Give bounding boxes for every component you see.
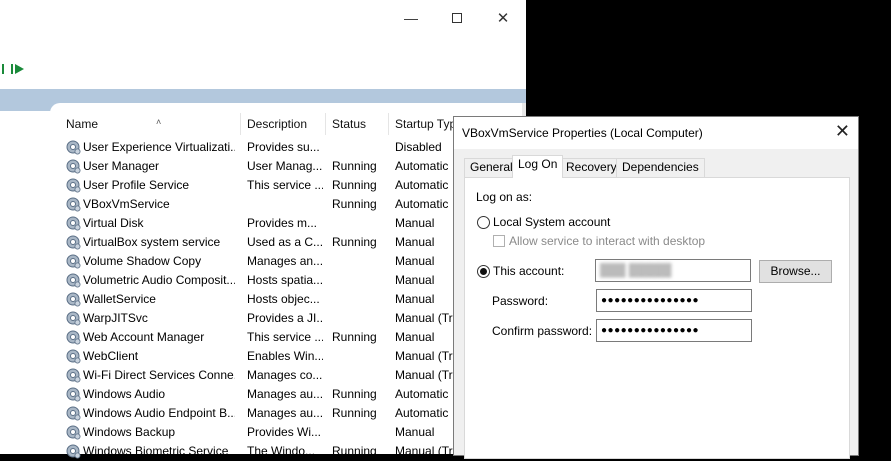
service-description: This service ... xyxy=(247,330,323,344)
this-account-radio[interactable] xyxy=(477,265,490,278)
service-status: Running xyxy=(332,197,377,211)
close-icon: ✕ xyxy=(496,10,510,27)
allow-interact-label: Allow service to interact with desktop xyxy=(509,234,706,248)
confirm-password-label: Confirm password: xyxy=(492,324,593,338)
service-description: This service ... xyxy=(247,178,323,192)
service-name: User Manager xyxy=(83,159,160,173)
password-input[interactable]: ●●●●●●●●●●●●●●● xyxy=(596,289,752,312)
service-status xyxy=(332,347,388,366)
maximize-icon xyxy=(452,13,462,23)
local-system-label[interactable]: Local System account xyxy=(493,215,610,229)
confirm-password-input[interactable]: ●●●●●●●●●●●●●●● xyxy=(596,319,752,342)
tab-general[interactable]: General xyxy=(464,158,519,177)
service-name: Windows Biometric Service xyxy=(83,444,229,458)
password-label: Password: xyxy=(492,294,549,308)
maximize-button[interactable] xyxy=(434,0,480,36)
local-system-radio[interactable] xyxy=(477,216,490,229)
service-name: WarpJITSvc xyxy=(83,311,148,325)
services-window: — ✕ Name ˄ Description Status Startup Ty… xyxy=(0,0,526,459)
dialog-tabs: General Log On Recovery Dependencies xyxy=(464,155,854,178)
service-name: User Profile Service xyxy=(83,178,190,192)
service-name: Windows Backup xyxy=(83,425,176,439)
service-status xyxy=(332,309,388,328)
service-status xyxy=(332,423,388,442)
minimize-button[interactable]: — xyxy=(388,0,434,36)
service-status: Running xyxy=(332,444,377,458)
sort-ascending-icon: ˄ xyxy=(156,117,162,127)
service-name: Wi-Fi Direct Services Conne... xyxy=(83,368,235,382)
service-name: Windows Audio Endpoint B... xyxy=(83,406,235,420)
column-description[interactable]: Description xyxy=(241,113,326,135)
services-toolbar xyxy=(0,58,526,80)
service-description: Manages au... xyxy=(247,406,323,420)
service-status: Running xyxy=(332,178,377,192)
this-account-label[interactable]: This account: xyxy=(493,264,564,278)
service-description: Hosts spatia... xyxy=(247,273,323,287)
service-name: WalletService xyxy=(83,292,156,306)
minimize-icon: — xyxy=(404,10,418,26)
service-status xyxy=(332,138,388,157)
service-description: Used as a C... xyxy=(247,235,323,249)
log-on-tab-panel: Log on as: Local System account Allow se… xyxy=(464,177,850,459)
service-description: The Windo... xyxy=(247,444,316,458)
service-status xyxy=(332,366,388,385)
resume-service-icon[interactable] xyxy=(2,63,28,75)
dialog-close-icon[interactable]: ✕ xyxy=(835,121,850,142)
service-description: Enables Win... xyxy=(247,349,323,363)
service-name: Volume Shadow Copy xyxy=(83,254,202,268)
column-name[interactable]: Name ˄ xyxy=(60,113,241,135)
service-status: Running xyxy=(332,406,377,420)
close-button[interactable]: ✕ xyxy=(480,0,526,36)
service-description: Manages au... xyxy=(247,387,323,401)
service-name: Web Account Manager xyxy=(83,330,205,344)
service-status xyxy=(332,252,388,271)
service-name: Virtual Disk xyxy=(83,216,144,230)
account-input[interactable]: ███ █████ xyxy=(595,259,751,282)
service-description: Hosts objec... xyxy=(247,292,320,306)
service-status: Running xyxy=(332,159,377,173)
service-description: User Manag... xyxy=(247,159,323,173)
tab-log-on[interactable]: Log On xyxy=(512,155,564,178)
service-description: Provides su... xyxy=(247,140,320,154)
allow-interact-checkbox[interactable] xyxy=(493,235,505,247)
service-description: Provides m... xyxy=(247,216,318,230)
log-on-as-label: Log on as: xyxy=(476,190,533,204)
service-description: Provides a JI... xyxy=(247,311,323,325)
service-description: Manages co... xyxy=(247,368,323,382)
service-description xyxy=(247,195,323,214)
tab-dependencies[interactable]: Dependencies xyxy=(616,158,705,177)
service-name: VirtualBox system service xyxy=(83,235,221,249)
service-name: Volumetric Audio Composit... xyxy=(83,273,235,287)
service-status xyxy=(332,214,388,233)
services-titlebar: — ✕ xyxy=(0,0,526,36)
service-status xyxy=(332,271,388,290)
service-status: Running xyxy=(332,235,377,249)
service-status xyxy=(332,290,388,309)
service-name: User Experience Virtualizati... xyxy=(83,140,235,154)
service-name: Windows Audio xyxy=(83,387,166,401)
service-status: Running xyxy=(332,387,377,401)
service-status: Running xyxy=(332,330,377,344)
dialog-titlebar: VBoxVmService Properties (Local Computer… xyxy=(454,117,858,149)
properties-dialog: VBoxVmService Properties (Local Computer… xyxy=(453,116,859,459)
column-status[interactable]: Status xyxy=(326,113,389,135)
tab-recovery[interactable]: Recovery xyxy=(560,158,623,177)
service-name: WebClient xyxy=(83,349,139,363)
service-name: VBoxVmService xyxy=(83,197,170,211)
service-description: Manages an... xyxy=(247,254,323,268)
dialog-title: VBoxVmService Properties (Local Computer… xyxy=(462,126,703,140)
browse-button[interactable]: Browse... xyxy=(759,260,832,283)
service-description: Provides Wi... xyxy=(247,425,322,439)
